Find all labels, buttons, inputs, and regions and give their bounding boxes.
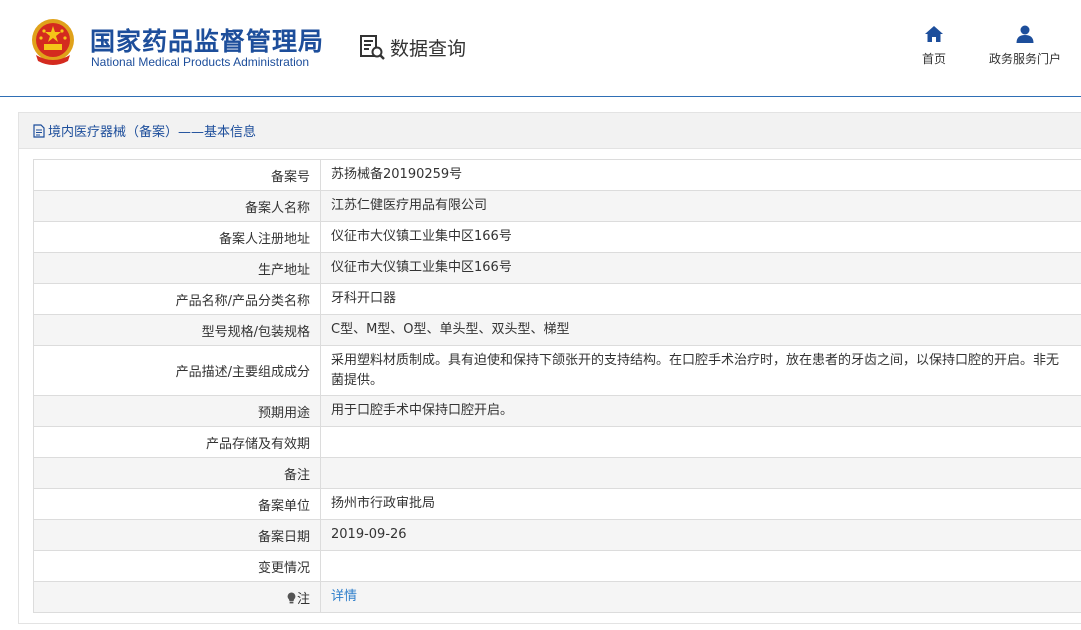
row-label: 注 [296,591,310,607]
row-value: 2019-09-26 [320,519,1081,551]
info-panel: 境内医疗器械（备案）——基本信息 备案号 苏扬械备20190259号 备案人名称… [18,112,1081,624]
table-row: 生产地址 仪征市大仪镇工业集中区166号 [33,252,1081,284]
table-row: 产品名称/产品分类名称 牙科开口器 [33,283,1081,315]
national-emblem-icon [32,19,74,65]
row-label: 备案号 [33,159,321,191]
row-value: 仪征市大仪镇工业集中区166号 [320,252,1081,284]
row-label: 备注 [33,457,321,489]
table-row: 变更情况 [33,550,1081,582]
table-row: 备案单位 扬州市行政审批局 [33,488,1081,520]
row-value: 采用塑料材质制成。具有迫使和保持下颌张开的支持结构。在口腔手术治疗时，放在患者的… [320,345,1081,396]
data-query-section: 数据查询 [358,32,466,62]
table-row: 预期用途 用于口腔手术中保持口腔开启。 [33,395,1081,427]
row-value: 苏扬械备20190259号 [320,159,1081,191]
row-label: 产品存储及有效期 [33,426,321,458]
table-row: 备案日期 2019-09-26 [33,519,1081,551]
table-row: 型号规格/包装规格 C型、M型、O型、单头型、双头型、梯型 [33,314,1081,346]
details-link[interactable]: 详情 [331,589,357,604]
note-label-cell: 注 [33,581,321,613]
table-row: 注 详情 [33,581,1081,613]
nav-service-portal-label: 政务服务门户 [988,52,1061,66]
row-label: 备案单位 [33,488,321,520]
document-search-icon [360,35,385,60]
row-label: 生产地址 [33,252,321,284]
table-row: 备注 [33,457,1081,489]
brand-title-en: National Medical Products Administration [91,55,310,69]
row-label: 型号规格/包装规格 [33,314,321,346]
row-value: C型、M型、O型、单头型、双头型、梯型 [320,314,1081,346]
row-label: 产品描述/主要组成成分 [33,345,321,396]
row-label: 备案人名称 [33,190,321,222]
nav-home[interactable]: 首页 [918,24,950,67]
row-label: 预期用途 [33,395,321,427]
row-value: 牙科开口器 [320,283,1081,315]
row-value: 仪征市大仪镇工业集中区166号 [320,221,1081,253]
row-label: 备案日期 [33,519,321,551]
table-row: 产品描述/主要组成成分 采用塑料材质制成。具有迫使和保持下颌张开的支持结构。在口… [33,345,1081,396]
table-row: 产品存储及有效期 [33,426,1081,458]
data-query-label: 数据查询 [390,37,467,60]
brand-title-cn: 国家药品监督管理局 [90,27,325,56]
row-value-cell: 详情 [320,581,1081,613]
basic-info-table: 备案号 苏扬械备20190259号 备案人名称 江苏仁健医疗用品有限公司 备案人… [33,159,1081,613]
row-value [320,457,1081,489]
row-label: 变更情况 [33,550,321,582]
table-row: 备案人注册地址 仪征市大仪镇工业集中区166号 [33,221,1081,253]
nav-service-portal[interactable]: 政务服务门户 [984,24,1066,67]
site-header: 国家药品监督管理局 National Medical Products Admi… [0,0,1081,97]
nav-home-label: 首页 [921,52,946,66]
row-value [320,550,1081,582]
row-value: 江苏仁健医疗用品有限公司 [320,190,1081,222]
table-row: 备案人名称 江苏仁健医疗用品有限公司 [33,190,1081,222]
row-label: 备案人注册地址 [33,221,321,253]
panel-header: 境内医疗器械（备案）——基本信息 [19,113,1081,149]
row-value [320,426,1081,458]
bulb-icon [287,592,296,603]
home-icon [925,26,943,42]
document-icon [33,123,45,138]
panel-title: 境内医疗器械（备案）——基本信息 [48,125,257,140]
row-label: 产品名称/产品分类名称 [33,283,321,315]
row-value: 用于口腔手术中保持口腔开启。 [320,395,1081,427]
table-row: 备案号 苏扬械备20190259号 [33,159,1081,191]
user-icon [1016,25,1034,43]
row-value: 扬州市行政审批局 [320,488,1081,520]
